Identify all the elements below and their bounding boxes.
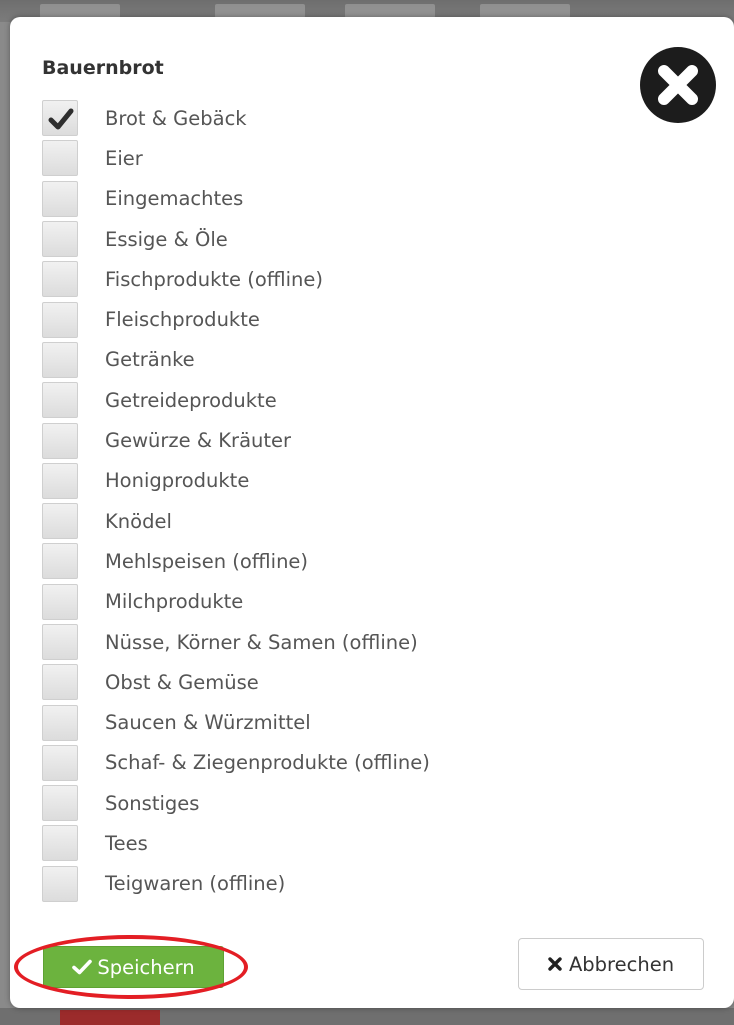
background-item [40,4,120,18]
category-label: Sonstiges [105,791,200,815]
save-button[interactable]: Speichern [43,946,224,988]
close-button[interactable] [640,47,716,123]
category-checkbox[interactable] [42,744,78,781]
category-item[interactable]: Brot & Gebäck [42,98,430,138]
category-label: Fischprodukte (offline) [105,267,323,291]
category-checkbox[interactable] [42,583,78,620]
background-item [60,1010,160,1025]
category-checkbox[interactable] [42,422,78,459]
category-item[interactable]: Essige & Öle [42,219,430,259]
category-checkbox[interactable] [42,140,78,177]
category-label: Getreideprodukte [105,388,277,412]
background-item [345,4,435,18]
background-footer [0,1008,734,1025]
category-label: Schaf- & Ziegenprodukte (offline) [105,751,430,775]
checkmark-icon [48,108,74,130]
category-item[interactable]: Sonstiges [42,783,430,823]
category-label: Getränke [105,348,195,372]
category-item[interactable]: Getränke [42,340,430,380]
category-item[interactable]: Fleischprodukte [42,299,430,339]
category-checkbox[interactable] [42,865,78,902]
category-label: Eingemachtes [105,187,244,211]
category-label: Knödel [105,509,172,533]
category-checkbox[interactable] [42,543,78,580]
category-checkbox[interactable] [42,704,78,741]
category-modal: Bauernbrot Brot & Gebäck Eier Eingemachtes… [10,17,734,1008]
category-checkbox[interactable] [42,382,78,419]
category-checkbox[interactable] [42,462,78,499]
category-label: Eier [105,146,143,170]
category-label: Saucen & Würzmittel [105,711,311,735]
category-checkbox[interactable] [42,825,78,862]
category-label: Brot & Gebäck [105,106,247,130]
modal-title: Bauernbrot [42,57,164,79]
category-checkbox[interactable] [42,100,78,137]
category-item[interactable]: Schaf- & Ziegenprodukte (offline) [42,743,430,783]
category-item[interactable]: Obst & Gemüse [42,662,430,702]
category-label: Milchprodukte [105,590,244,614]
category-item[interactable]: Milchprodukte [42,582,430,622]
category-label: Fleischprodukte [105,308,260,332]
category-label: Teigwaren (offline) [105,872,286,896]
save-button-label: Speichern [97,955,195,979]
background-item [215,4,305,18]
category-item[interactable]: Fischprodukte (offline) [42,259,430,299]
category-checkbox[interactable] [42,624,78,660]
category-checkbox[interactable] [42,503,78,540]
category-item[interactable]: Gewürze & Kräuter [42,420,430,460]
category-checkbox-list: Brot & Gebäck Eier Eingemachtes Essige & Öl… [42,98,430,904]
category-item[interactable]: Knödel [42,501,430,541]
background-item [480,4,570,18]
category-item[interactable]: Tees [42,823,430,863]
category-item[interactable]: Saucen & Würzmittel [42,702,430,742]
category-item[interactable]: Mehlspeisen (offline) [42,541,430,581]
category-label: Nüsse, Körner & Samen (offline) [105,630,418,654]
check-icon [72,959,93,975]
category-label: Mehlspeisen (offline) [105,549,309,573]
category-label: Honigprodukte [105,469,250,493]
cancel-button[interactable]: Abbrechen [518,938,704,990]
category-item[interactable]: Getreideprodukte [42,380,430,420]
category-label: Tees [105,831,148,855]
category-item[interactable]: Nüsse, Körner & Samen (offline) [42,622,430,662]
category-label: Essige & Öle [105,227,228,251]
category-checkbox[interactable] [42,301,78,338]
category-item[interactable]: Eier [42,138,430,178]
category-checkbox[interactable] [42,261,78,298]
category-label: Gewürze & Kräuter [105,429,292,453]
close-circle-icon [658,65,698,105]
x-icon [548,957,562,971]
category-item[interactable]: Honigprodukte [42,461,430,501]
category-checkbox[interactable] [42,785,78,822]
category-checkbox[interactable] [42,664,78,701]
category-item[interactable]: Eingemachtes [42,179,430,219]
category-checkbox[interactable] [42,221,78,258]
category-label: Obst & Gemüse [105,670,259,694]
category-checkbox[interactable] [42,341,78,378]
cancel-button-label: Abbrechen [568,952,675,976]
category-item[interactable]: Teigwaren (offline) [42,864,430,904]
category-checkbox[interactable] [42,180,78,217]
